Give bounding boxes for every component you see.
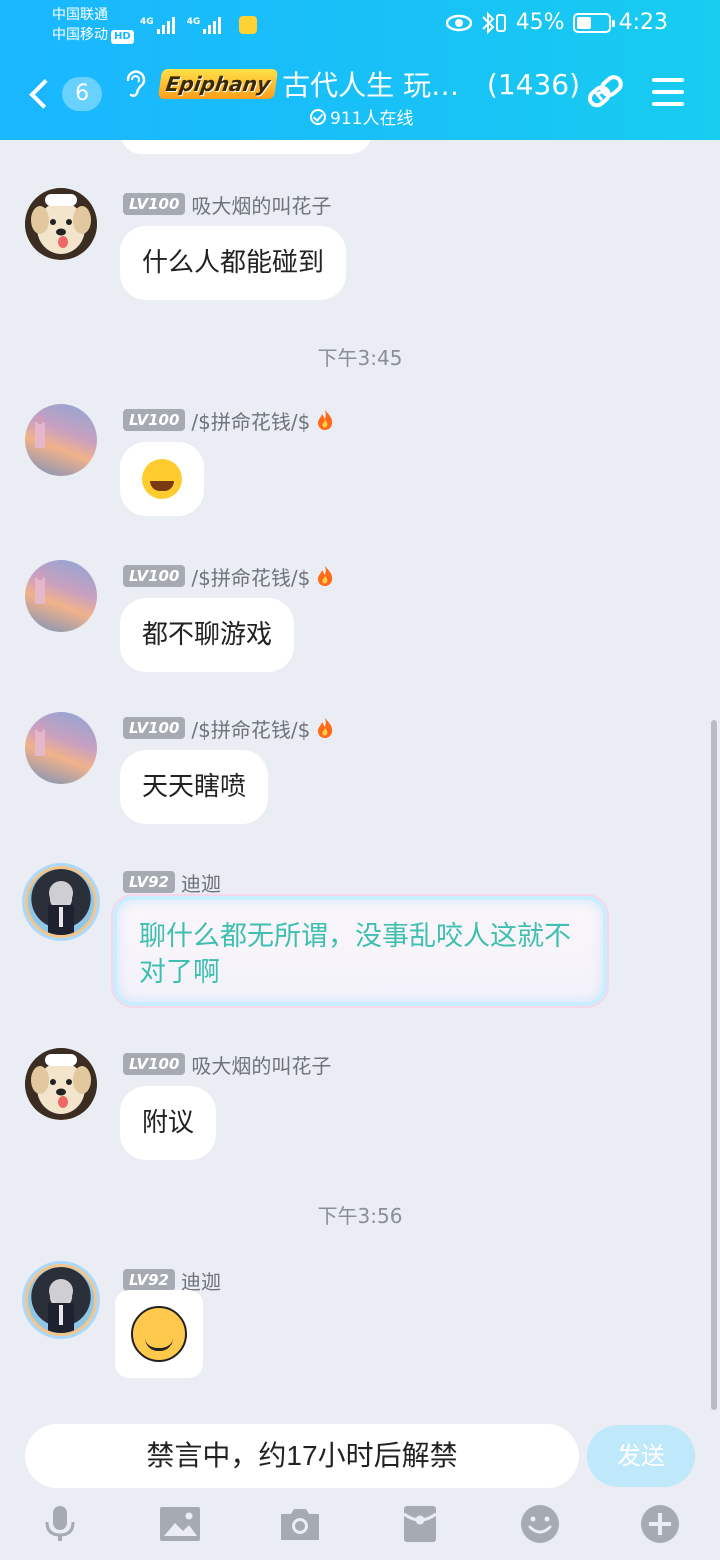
level-badge: LV100 bbox=[123, 717, 186, 739]
back-button[interactable]: 6 bbox=[26, 74, 102, 114]
message-bubble[interactable] bbox=[120, 442, 204, 516]
fire-icon bbox=[318, 718, 333, 738]
image-icon[interactable] bbox=[158, 1502, 202, 1546]
eye-icon bbox=[445, 14, 472, 31]
menu-icon[interactable] bbox=[652, 78, 684, 106]
online-check-icon bbox=[310, 108, 326, 125]
status-bar: 中国联通 中国移动 HD 4G 4G 45% 4:23 bbox=[0, 0, 720, 48]
clock: 4:23 bbox=[618, 10, 668, 35]
avatar[interactable] bbox=[25, 1264, 97, 1336]
carrier-1: 中国联通 bbox=[52, 7, 108, 23]
sender-meta: LV100 吸大烟的叫花子 bbox=[123, 190, 331, 219]
avatar[interactable] bbox=[25, 1048, 97, 1120]
send-button[interactable]: 发送 bbox=[587, 1425, 695, 1487]
sender-name[interactable]: 吸大烟的叫花子 bbox=[191, 190, 331, 219]
input-area: 禁言中，约17小时后解禁 发送 bbox=[0, 1412, 720, 1560]
level-badge: LV100 bbox=[123, 409, 186, 431]
group-logo: Epiphany bbox=[157, 69, 279, 99]
avatar[interactable] bbox=[25, 866, 97, 938]
carrier-2: 中国移动 HD bbox=[52, 25, 134, 45]
ear-icon[interactable] bbox=[122, 68, 148, 98]
avatar[interactable] bbox=[25, 188, 97, 260]
level-badge: LV92 bbox=[123, 1269, 175, 1291]
level-badge: LV100 bbox=[123, 193, 186, 215]
sender-name[interactable]: /$拼命花钱/$ bbox=[191, 714, 310, 743]
group-name: 古代人生 玩家... bbox=[282, 69, 463, 102]
message-bubble[interactable]: 附议 bbox=[120, 1086, 217, 1160]
message-bubble[interactable]: 都不聊游戏 bbox=[120, 598, 295, 672]
top-header: 中国联通 中国移动 HD 4G 4G 45% 4:23 6 Epiphany 古… bbox=[0, 0, 720, 140]
back-chevron-icon bbox=[29, 79, 60, 109]
scrollbar[interactable] bbox=[711, 720, 717, 1410]
level-badge: LV100 bbox=[123, 1053, 186, 1075]
group-title[interactable]: Epiphany 古代人生 玩家... (1436) bbox=[157, 62, 580, 106]
sender-name[interactable]: /$拼命花钱/$ bbox=[191, 406, 310, 435]
input-toolbar bbox=[0, 1502, 720, 1550]
member-count: (1436) bbox=[486, 67, 580, 101]
unread-badge: 6 bbox=[62, 77, 102, 111]
status-right: 45% 4:23 bbox=[445, 10, 668, 35]
sender-meta: LV92 迪迦 bbox=[123, 868, 221, 897]
net-type-2: 4G bbox=[186, 17, 201, 27]
laughing-emoji-icon bbox=[142, 459, 182, 499]
avatar[interactable] bbox=[25, 404, 97, 476]
message-bubble[interactable]: 什么人都能碰到 bbox=[120, 226, 347, 300]
signal-group: 4G 4G bbox=[140, 12, 258, 34]
sender-name[interactable]: 迪迦 bbox=[181, 868, 221, 897]
bluetooth-vibrate-icon bbox=[481, 11, 506, 34]
sender-name[interactable]: /$拼命花钱/$ bbox=[191, 562, 310, 591]
sender-meta: LV92 迪迦 bbox=[123, 1268, 221, 1294]
plus-icon[interactable] bbox=[638, 1502, 682, 1546]
battery-fill bbox=[576, 16, 591, 29]
timestamp: 下午3:45 bbox=[317, 346, 403, 370]
carrier-2-label: 中国移动 bbox=[52, 27, 108, 43]
waving-smiley-sticker[interactable] bbox=[115, 1290, 203, 1378]
camera-icon[interactable] bbox=[278, 1502, 322, 1546]
sender-meta: LV100 /$拼命花钱/$ bbox=[123, 714, 334, 743]
message-bubble[interactable] bbox=[120, 140, 372, 154]
carrier-info: 中国联通 中国移动 HD bbox=[52, 5, 134, 45]
signal-icon: 4G bbox=[187, 17, 222, 34]
timestamp: 下午3:56 bbox=[317, 1204, 403, 1228]
chat-area[interactable]: LV100 吸大烟的叫花子 什么人都能碰到 下午3:45 LV100 /$拼命花… bbox=[0, 140, 720, 1412]
level-badge: LV92 bbox=[123, 871, 175, 893]
fire-icon bbox=[318, 410, 333, 430]
sender-name[interactable]: 吸大烟的叫花子 bbox=[191, 1050, 331, 1079]
signal-icon: 4G bbox=[140, 17, 175, 34]
notification-icon bbox=[239, 16, 258, 34]
online-count: 911人在线 bbox=[330, 109, 414, 129]
red-packet-icon[interactable] bbox=[398, 1502, 442, 1546]
battery-percent: 45% bbox=[515, 10, 565, 35]
sender-meta: LV100 /$拼命花钱/$ bbox=[123, 406, 334, 435]
online-status: 911人在线 bbox=[310, 104, 413, 129]
message-bubble[interactable]: 聊什么都无所谓，没事乱咬人这就不对了啊 bbox=[113, 896, 607, 1006]
sender-meta: LV100 /$拼命花钱/$ bbox=[123, 562, 334, 591]
nav-bar: 6 Epiphany 古代人生 玩家... (1436) 911人在线 bbox=[0, 48, 720, 140]
battery-icon bbox=[572, 12, 615, 33]
net-type-1: 4G bbox=[140, 17, 154, 27]
sender-meta: LV100 吸大烟的叫花子 bbox=[123, 1050, 331, 1079]
message-bubble[interactable]: 天天瞎喷 bbox=[120, 750, 269, 824]
muted-input-field[interactable]: 禁言中，约17小时后解禁 bbox=[25, 1424, 579, 1488]
avatar[interactable] bbox=[25, 712, 97, 784]
hd-badge: HD bbox=[111, 30, 134, 44]
fire-icon bbox=[318, 566, 333, 586]
level-badge: LV100 bbox=[123, 565, 186, 587]
sticker-face-icon bbox=[131, 1306, 187, 1362]
link-icon[interactable] bbox=[584, 70, 628, 114]
avatar[interactable] bbox=[25, 560, 97, 632]
emoji-icon[interactable] bbox=[518, 1502, 562, 1546]
microphone-icon[interactable] bbox=[38, 1502, 82, 1546]
